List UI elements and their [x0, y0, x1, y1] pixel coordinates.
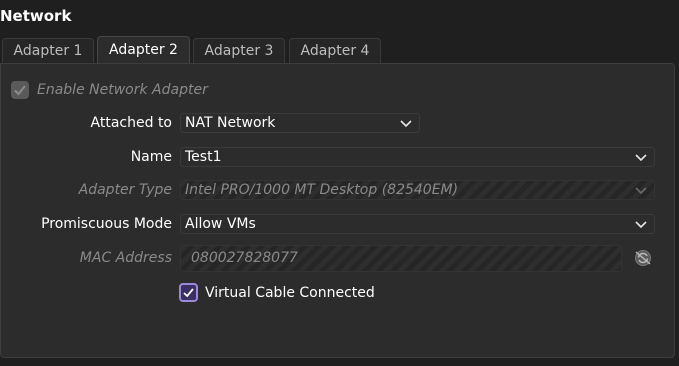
attached-to-value: NAT Network — [185, 115, 276, 131]
mac-address-value: 080027828077 — [191, 250, 298, 266]
name-label: Name — [130, 149, 172, 165]
adapter-type-select: Intel PRO/1000 MT Desktop (82540EM) — [180, 180, 655, 200]
chevron-down-icon — [635, 221, 647, 229]
chevron-down-icon — [635, 154, 647, 162]
mac-address-label: MAC Address — [79, 250, 172, 266]
name-value: Test1 — [185, 149, 222, 165]
check-icon — [14, 85, 26, 96]
name-select[interactable]: Test1 — [180, 147, 655, 167]
section-title: Network — [0, 7, 72, 25]
mac-address-field: 080027828077 — [180, 245, 622, 272]
tab-adapter-1[interactable]: Adapter 1 — [2, 38, 94, 63]
enable-network-adapter-row: Enable Network Adapter — [11, 80, 208, 100]
tab-adapter-4[interactable]: Adapter 4 — [289, 38, 381, 63]
tab-adapter-2[interactable]: Adapter 2 — [97, 36, 190, 64]
chevron-down-icon — [400, 120, 412, 128]
cable-connected-label[interactable]: Virtual Cable Connected — [205, 285, 375, 301]
promiscuous-mode-label: Promiscuous Mode — [41, 216, 172, 232]
check-icon — [183, 288, 194, 298]
promiscuous-mode-value: Allow VMs — [185, 216, 256, 232]
promiscuous-mode-select[interactable]: Allow VMs — [180, 214, 655, 234]
refresh-mac-icon[interactable] — [633, 248, 653, 268]
adapter-type-value: Intel PRO/1000 MT Desktop (82540EM) — [185, 182, 459, 198]
chevron-down-icon — [635, 187, 647, 195]
enable-adapter-checkbox — [11, 81, 29, 99]
attached-to-select[interactable]: NAT Network — [180, 113, 420, 133]
tab-adapter-3[interactable]: Adapter 3 — [193, 38, 285, 63]
cable-connected-checkbox[interactable] — [179, 283, 198, 302]
enable-adapter-label: Enable Network Adapter — [37, 82, 208, 98]
adapter-type-label: Adapter Type — [78, 182, 172, 198]
attached-to-label: Attached to — [90, 115, 172, 131]
adapter-settings-panel — [0, 63, 675, 358]
